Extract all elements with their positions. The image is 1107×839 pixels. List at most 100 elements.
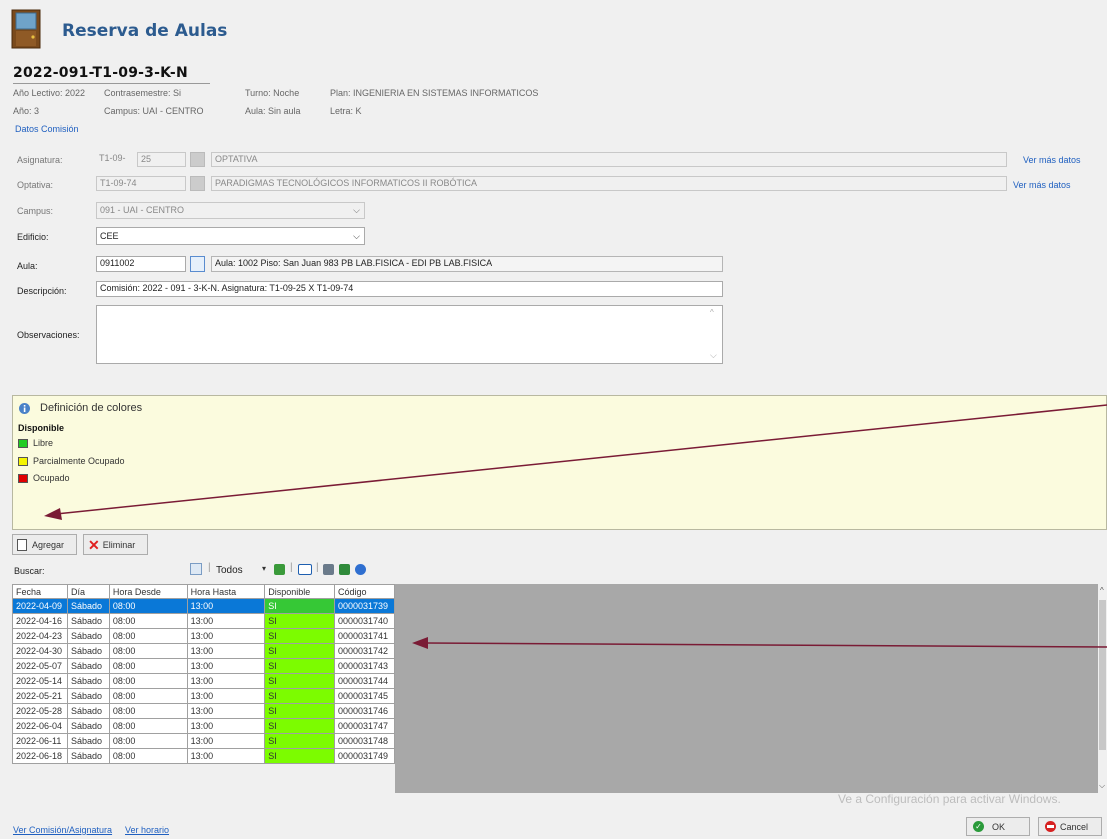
table-row[interactable]: 2022-05-14 Sábado 08:00 13:00 SI 0000031744: [12, 673, 395, 689]
cell-codigo[interactable]: 0000031743: [334, 658, 395, 674]
cell-disponible[interactable]: SI: [264, 613, 335, 629]
cell-fecha[interactable]: 2022-06-18: [12, 748, 68, 764]
cell-disponible[interactable]: SI: [264, 688, 335, 704]
cell-hora-hasta[interactable]: 13:00: [186, 688, 266, 704]
cell-dia[interactable]: Sábado: [66, 628, 110, 644]
cell-hora-hasta[interactable]: 13:00: [186, 658, 266, 674]
cell-hora-hasta[interactable]: 13:00: [186, 613, 266, 629]
scrollbar-thumb[interactable]: [1099, 600, 1106, 750]
excel-export-icon[interactable]: [339, 564, 350, 575]
refresh-icon[interactable]: [274, 564, 285, 575]
cell-fecha[interactable]: 2022-06-04: [12, 718, 68, 734]
cell-hora-hasta[interactable]: 13:00: [186, 598, 266, 614]
cell-hora-desde[interactable]: 08:00: [108, 718, 188, 734]
cell-hora-desde[interactable]: 08:00: [108, 748, 188, 764]
optativa-ver-mas-link[interactable]: Ver más datos: [1013, 180, 1071, 190]
cell-fecha[interactable]: 2022-05-21: [12, 688, 68, 704]
aula-code-field[interactable]: 0911002: [96, 256, 186, 272]
column-header-disponible[interactable]: Disponible: [264, 584, 335, 599]
cell-dia[interactable]: Sábado: [66, 733, 110, 749]
optativa-lookup-button[interactable]: [190, 176, 205, 191]
cell-codigo[interactable]: 0000031745: [334, 688, 395, 704]
help-icon[interactable]: [355, 564, 366, 575]
print-icon[interactable]: [323, 564, 334, 575]
search-input[interactable]: [52, 563, 182, 578]
cell-dia[interactable]: Sábado: [66, 673, 110, 689]
grid-scrollbar[interactable]: ^ ⌵: [1098, 584, 1107, 793]
table-row[interactable]: 2022-04-23 Sábado 08:00 13:00 SI 0000031741: [12, 628, 395, 644]
table-row[interactable]: 2022-05-21 Sábado 08:00 13:00 SI 0000031745: [12, 688, 395, 704]
table-row[interactable]: 2022-05-07 Sábado 08:00 13:00 SI 0000031743: [12, 658, 395, 674]
cell-hora-hasta[interactable]: 13:00: [186, 673, 266, 689]
cell-hora-desde[interactable]: 08:00: [108, 613, 188, 629]
cell-hora-hasta[interactable]: 13:00: [186, 628, 266, 644]
cell-fecha[interactable]: 2022-05-28: [12, 703, 68, 719]
cell-disponible[interactable]: SI: [264, 673, 335, 689]
optativa-code-field[interactable]: T1-09-74: [96, 176, 186, 191]
asignatura-number-field[interactable]: 25: [137, 152, 186, 167]
ok-button[interactable]: ✓ OK: [966, 817, 1030, 836]
cell-dia[interactable]: Sábado: [66, 748, 110, 764]
table-row[interactable]: 2022-04-09 Sábado 08:00 13:00 SI 0000031739: [12, 598, 395, 614]
cell-fecha[interactable]: 2022-05-14: [12, 673, 68, 689]
add-button[interactable]: Agregar: [12, 534, 77, 555]
cancel-button[interactable]: Cancel: [1038, 817, 1102, 836]
cell-disponible[interactable]: SI: [264, 748, 335, 764]
column-header-dia[interactable]: Día: [66, 584, 110, 599]
column-header-hora-desde[interactable]: Hora Desde: [108, 584, 188, 599]
asignatura-ver-mas-link[interactable]: Ver más datos: [1023, 155, 1081, 165]
cell-hora-hasta[interactable]: 13:00: [186, 733, 266, 749]
cell-disponible[interactable]: SI: [264, 628, 335, 644]
search-icon[interactable]: [190, 563, 202, 575]
cell-hora-desde[interactable]: 08:00: [108, 733, 188, 749]
scroll-down-icon[interactable]: ⌵: [1099, 781, 1105, 791]
cell-disponible[interactable]: SI: [264, 598, 335, 614]
scroll-down-icon[interactable]: ⌵: [710, 350, 717, 361]
cell-codigo[interactable]: 0000031746: [334, 703, 395, 719]
cell-hora-hasta[interactable]: 13:00: [186, 703, 266, 719]
filter-dropdown-icon[interactable]: ▾: [262, 564, 266, 573]
cell-dia[interactable]: Sábado: [66, 643, 110, 659]
cell-codigo[interactable]: 0000031747: [334, 718, 395, 734]
edificio-select[interactable]: CEE ⌵: [96, 227, 365, 245]
cell-hora-desde[interactable]: 08:00: [108, 658, 188, 674]
table-row[interactable]: 2022-04-30 Sábado 08:00 13:00 SI 0000031742: [12, 643, 395, 659]
cell-dia[interactable]: Sábado: [66, 718, 110, 734]
cell-dia[interactable]: Sábado: [66, 688, 110, 704]
cell-hora-desde[interactable]: 08:00: [108, 673, 188, 689]
table-row[interactable]: 2022-06-11 Sábado 08:00 13:00 SI 0000031748: [12, 733, 395, 749]
cell-fecha[interactable]: 2022-04-30: [12, 643, 68, 659]
aula-lookup-button[interactable]: [190, 256, 205, 272]
cell-codigo[interactable]: 0000031740: [334, 613, 395, 629]
cell-dia[interactable]: Sábado: [66, 703, 110, 719]
cell-fecha[interactable]: 2022-06-11: [12, 733, 68, 749]
cell-fecha[interactable]: 2022-05-07: [12, 658, 68, 674]
cell-hora-desde[interactable]: 08:00: [108, 643, 188, 659]
ver-comision-link[interactable]: Ver Comisión/Asignatura: [13, 825, 112, 835]
cell-hora-desde[interactable]: 08:00: [108, 688, 188, 704]
ver-horario-link[interactable]: Ver horario: [125, 825, 169, 835]
cell-hora-desde[interactable]: 08:00: [108, 628, 188, 644]
cell-hora-hasta[interactable]: 13:00: [186, 643, 266, 659]
cell-disponible[interactable]: SI: [264, 643, 335, 659]
table-row[interactable]: 2022-05-28 Sábado 08:00 13:00 SI 0000031746: [12, 703, 395, 719]
table-row[interactable]: 2022-06-04 Sábado 08:00 13:00 SI 0000031747: [12, 718, 395, 734]
table-row[interactable]: 2022-04-16 Sábado 08:00 13:00 SI 0000031740: [12, 613, 395, 629]
cell-dia[interactable]: Sábado: [66, 598, 110, 614]
cell-hora-desde[interactable]: 08:00: [108, 598, 188, 614]
cell-codigo[interactable]: 0000031744: [334, 673, 395, 689]
cell-dia[interactable]: Sábado: [66, 658, 110, 674]
observaciones-textarea[interactable]: [96, 305, 723, 364]
column-header-hora-hasta[interactable]: Hora Hasta: [186, 584, 266, 599]
cell-codigo[interactable]: 0000031739: [334, 598, 395, 614]
cell-hora-hasta[interactable]: 13:00: [186, 748, 266, 764]
cell-codigo[interactable]: 0000031748: [334, 733, 395, 749]
cell-disponible[interactable]: SI: [264, 718, 335, 734]
cell-codigo[interactable]: 0000031749: [334, 748, 395, 764]
cell-disponible[interactable]: SI: [264, 733, 335, 749]
column-header-codigo[interactable]: Código: [334, 584, 395, 599]
cell-disponible[interactable]: SI: [264, 703, 335, 719]
scroll-up-icon[interactable]: ^: [1100, 586, 1104, 595]
filter-select[interactable]: Todos: [216, 565, 243, 576]
remove-button[interactable]: ✕ Eliminar: [83, 534, 148, 555]
